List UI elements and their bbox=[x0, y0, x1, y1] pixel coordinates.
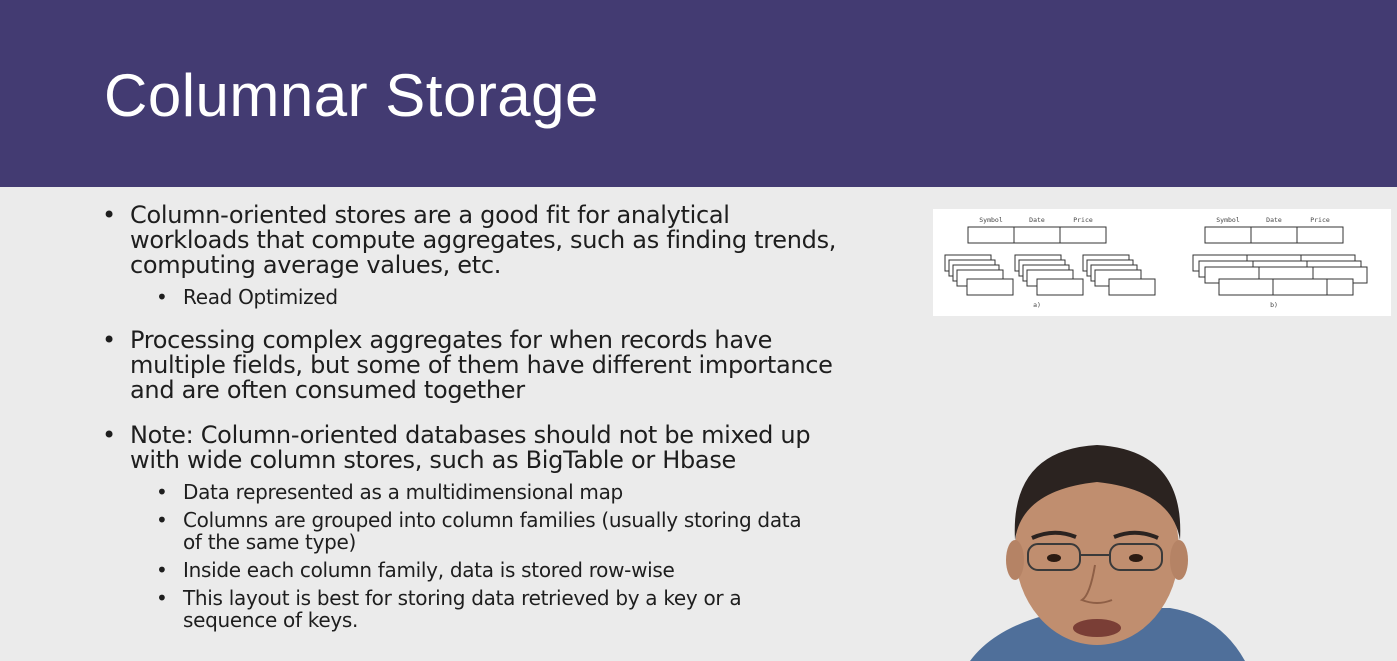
bullet-line: Column-oriented stores are a good fit fo… bbox=[130, 201, 730, 229]
bullet-line: Note: Column-oriented databases should n… bbox=[130, 421, 811, 449]
sub-bullet-dot-icon: • bbox=[156, 508, 168, 532]
bullet-dot-icon: • bbox=[102, 421, 116, 449]
diagram-caption: b) bbox=[1270, 301, 1278, 309]
diagram-header-label: Symbol bbox=[1216, 216, 1240, 224]
sub-bullet-item: • This layout is best for storing data r… bbox=[100, 587, 910, 631]
sub-bullet-line: Data represented as a multidimensional m… bbox=[183, 480, 623, 504]
storage-layout-diagram: Symbol Date Price a) Symbol Date Price b… bbox=[933, 209, 1391, 316]
column-stack bbox=[1082, 254, 1156, 296]
sub-bullet-line: sequence of keys. bbox=[183, 608, 359, 632]
sub-bullet-item: • Inside each column family, data is sto… bbox=[100, 559, 910, 581]
sub-bullet-line: This layout is best for storing data ret… bbox=[183, 586, 742, 610]
bullet-line: Processing complex aggregates for when r… bbox=[130, 326, 773, 354]
bullet-line: computing average values, etc. bbox=[130, 251, 502, 279]
diagram-svg: Symbol Date Price a) Symbol Date Price b… bbox=[944, 216, 1368, 309]
column-stack bbox=[1014, 254, 1084, 296]
bullet-line: multiple fields, but some of them have d… bbox=[130, 351, 833, 379]
sub-bullet-line: Read Optimized bbox=[183, 285, 338, 309]
bullet-line: and are often consumed together bbox=[130, 376, 525, 404]
diagram-header-label: Date bbox=[1029, 216, 1045, 224]
sub-bullet-item: • Read Optimized bbox=[100, 286, 910, 308]
header-cell bbox=[1013, 226, 1061, 244]
sub-bullet-line: of the same type) bbox=[183, 530, 357, 554]
header-cell bbox=[1059, 226, 1107, 244]
diagram-header-label: Symbol bbox=[979, 216, 1003, 224]
bullet-line: workloads that compute aggregates, such … bbox=[130, 226, 837, 254]
diagram-header-label: Price bbox=[1310, 216, 1330, 224]
diagram-caption: a) bbox=[1033, 301, 1041, 309]
sub-bullet-line: Inside each column family, data is store… bbox=[183, 558, 675, 582]
diagram-header-label: Price bbox=[1073, 216, 1093, 224]
title-bar: Columnar Storage bbox=[0, 0, 1397, 187]
sub-bullet-item: • Columns are grouped into column famili… bbox=[100, 509, 910, 553]
sub-bullet-dot-icon: • bbox=[156, 586, 168, 610]
sub-bullet-item: • Data represented as a multidimensional… bbox=[100, 481, 910, 503]
diagram-header-label: Date bbox=[1266, 216, 1282, 224]
sub-bullet-dot-icon: • bbox=[156, 558, 168, 582]
bullet-line: with wide column stores, such as BigTabl… bbox=[130, 446, 737, 474]
bullet-dot-icon: • bbox=[102, 201, 116, 229]
bullet-item: • Column-oriented stores are a good fit … bbox=[100, 201, 910, 309]
sub-bullet-dot-icon: • bbox=[156, 285, 168, 309]
header-cell bbox=[1204, 226, 1252, 244]
sub-bullet-line: Columns are grouped into column families… bbox=[183, 508, 802, 532]
bullet-dot-icon: • bbox=[102, 326, 116, 354]
presenter-avatar-icon bbox=[970, 445, 1245, 661]
row-stack bbox=[1192, 254, 1368, 296]
bullet-item: • Note: Column-oriented databases should… bbox=[100, 421, 910, 632]
sub-bullet-dot-icon: • bbox=[156, 480, 168, 504]
header-cell bbox=[967, 226, 1015, 244]
bullet-item: • Processing complex aggregates for when… bbox=[100, 328, 910, 403]
slide-title: Columnar Storage bbox=[104, 62, 599, 129]
column-stack bbox=[944, 254, 1014, 296]
presenter-video bbox=[960, 420, 1397, 661]
bullet-list: • Column-oriented stores are a good fit … bbox=[100, 203, 910, 645]
header-cell bbox=[1250, 226, 1298, 244]
header-cell bbox=[1296, 226, 1344, 244]
